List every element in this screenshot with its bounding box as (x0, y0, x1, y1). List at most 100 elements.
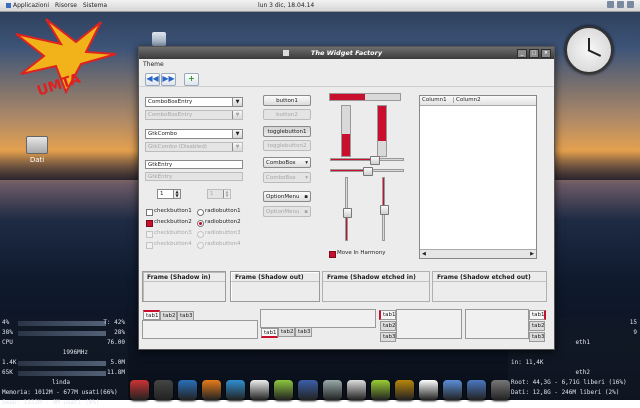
tab-bottom-3[interactable]: tab3 (295, 327, 312, 337)
radio-selected-icon (197, 220, 204, 227)
globe-icon[interactable] (226, 380, 246, 400)
scale-slider[interactable] (343, 208, 352, 219)
column-header-2[interactable]: Column2 (453, 97, 481, 103)
window-title: The Widget Factory (310, 49, 383, 57)
monitor-icon[interactable] (346, 380, 366, 400)
network-icon[interactable] (607, 1, 614, 8)
radiobutton4: radiobutton4 (197, 241, 249, 249)
power-icon[interactable] (627, 1, 634, 8)
move-in-harmony-check[interactable]: Move In Harmony (329, 250, 409, 258)
monitor-label: CPU (2, 339, 13, 346)
tab-left-1[interactable]: tab1 (379, 310, 396, 320)
chevron-down-icon: ▾ (305, 160, 308, 166)
scale-slider[interactable] (363, 167, 373, 176)
firefox-icon[interactable] (202, 380, 222, 400)
togglebutton1[interactable]: togglebutton1 (263, 126, 311, 137)
radiobutton1[interactable]: radiobutton1 (197, 208, 249, 216)
files-icon[interactable] (298, 380, 318, 400)
chevron-down-icon[interactable]: ▼ (232, 130, 242, 138)
frame-label: Frame (Shadow etched out) (437, 274, 531, 281)
window-titlebar[interactable]: The Widget Factory _ □ × (139, 47, 554, 59)
scroll-right-icon[interactable]: ▶ (530, 251, 534, 257)
gtk-entry[interactable]: GtkEntry (145, 160, 243, 169)
calendar-icon[interactable] (322, 380, 342, 400)
menu-system[interactable]: Sistema (83, 2, 107, 9)
people-icon[interactable] (274, 380, 294, 400)
gtk-combo[interactable]: GtkCombo ▼ (145, 129, 243, 139)
back-arrow-icon[interactable]: ◀◀ (145, 73, 160, 86)
progress-fill (342, 133, 350, 156)
add-icon[interactable]: + (184, 73, 199, 86)
vscale-left[interactable] (343, 177, 352, 241)
column-header-1[interactable]: Column1 (422, 97, 447, 103)
checkbutton2[interactable]: checkbutton2 (146, 219, 198, 227)
button1[interactable]: button1 (263, 95, 311, 106)
network-icon[interactable] (466, 380, 486, 400)
radio-icon (197, 209, 204, 216)
progress-fill (330, 94, 365, 100)
tab-bottom-2[interactable]: tab2 (278, 327, 295, 337)
combobox-entry[interactable]: ComboBoxEntry ▼ (145, 97, 243, 107)
scale-fill (331, 159, 375, 160)
tab-top-3[interactable]: tab3 (177, 311, 194, 321)
gallery-icon[interactable] (178, 380, 198, 400)
app-icon[interactable] (490, 380, 510, 400)
tab-right-2[interactable]: tab2 (529, 321, 545, 331)
combobox[interactable]: ComboBox ▾ (263, 157, 311, 168)
tab-right-1[interactable]: tab1 (529, 310, 546, 320)
checkbox-checked-icon (329, 251, 336, 258)
tab-top-2[interactable]: tab2 (160, 311, 177, 321)
close-button[interactable]: × (541, 49, 551, 58)
spin-button[interactable]: 1 ▲ ▼ (157, 189, 181, 199)
scale-slider[interactable] (380, 205, 389, 215)
menu-applications[interactable]: Applicazioni (6, 2, 49, 9)
monitor-row: Memoria: 1012M - 677M usati(66%) (0, 388, 128, 398)
optionmenu[interactable]: OptionMenu ▪ (263, 191, 311, 202)
menu-theme[interactable]: Theme (143, 61, 164, 68)
radiobutton-label: radiobutton3 (205, 230, 241, 236)
trash-icon[interactable] (152, 32, 166, 46)
monitor-value: T: 42% (103, 319, 125, 326)
menu-places[interactable]: Risorse (55, 2, 77, 9)
maximize-button[interactable]: □ (529, 49, 539, 58)
scale-slider[interactable] (370, 156, 381, 165)
frame-shadow-out: Frame (Shadow out) (230, 271, 320, 302)
chevron-down-icon[interactable]: ▼ (232, 98, 242, 106)
menu-applications-label: Applicazioni (13, 2, 49, 9)
scroll-left-icon[interactable]: ◀ (422, 251, 426, 257)
desktop-icon-dati[interactable]: Dati (22, 136, 52, 164)
radiobutton2[interactable]: radiobutton2 (197, 219, 249, 227)
terminal-icon[interactable] (154, 380, 174, 400)
panel-clock[interactable]: lun 3 dic, 18.04.14 (258, 2, 314, 9)
user-icon[interactable] (370, 380, 390, 400)
tab-left-3[interactable]: tab3 (380, 332, 396, 342)
hscale-top[interactable] (330, 156, 404, 165)
mail-icon[interactable] (250, 380, 270, 400)
forward-arrow-icon[interactable]: ▶▶ (161, 73, 176, 86)
tab-left-2[interactable]: tab2 (380, 321, 396, 331)
google-icon[interactable] (418, 380, 438, 400)
text-editor-icon[interactable] (442, 380, 462, 400)
tree-header: Column1 Column2 (420, 96, 536, 106)
volume-icon[interactable] (617, 1, 624, 8)
vscale-right[interactable] (380, 177, 389, 241)
checkbutton1[interactable]: checkbutton1 (146, 208, 198, 216)
hscale-bottom[interactable] (330, 167, 404, 176)
monitor-row: in: 11,4K (508, 358, 640, 368)
radio-disabled-icon (197, 231, 204, 238)
checkbutton-label: checkbutton3 (154, 230, 192, 236)
tab-bottom-1[interactable]: tab1 (261, 328, 278, 338)
minimize-button[interactable]: _ (517, 49, 527, 58)
combobox-label: ComboBox (266, 160, 296, 166)
monitor-row: eth2 (508, 368, 640, 378)
tab-right-3[interactable]: tab3 (529, 332, 545, 342)
horizontal-scrollbar[interactable]: ◀ ▶ (420, 249, 536, 258)
tab-top-1[interactable]: tab1 (143, 310, 160, 320)
tree-view[interactable]: Column1 Column2 ◀ ▶ (419, 95, 537, 259)
checkbox-disabled-icon (146, 231, 153, 238)
cursor-icon[interactable] (130, 380, 150, 400)
memory-label: Memoria: 1012M - 677M usati(66%) (2, 389, 118, 396)
package-icon[interactable] (394, 380, 414, 400)
spin-arrows-icon[interactable]: ▲ ▼ (173, 190, 180, 198)
gtk-entry-text: GtkEntry (148, 162, 173, 168)
